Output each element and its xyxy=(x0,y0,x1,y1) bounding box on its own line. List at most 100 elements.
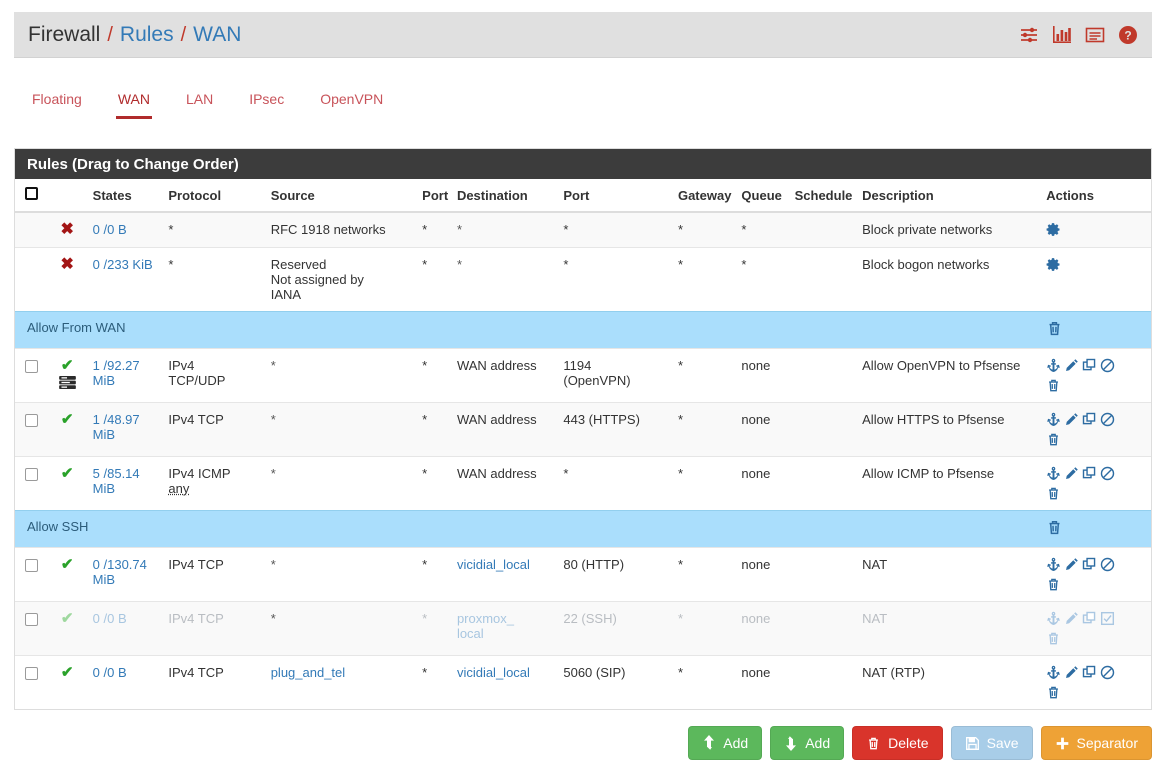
log-list-icon[interactable] xyxy=(1085,25,1105,45)
arrow-up-icon xyxy=(702,735,716,751)
trash-icon[interactable] xyxy=(1046,631,1147,646)
select-all-checkbox[interactable] xyxy=(25,187,38,200)
separator-row[interactable]: Allow SSH xyxy=(15,510,1151,548)
queue-cell: none xyxy=(737,655,791,709)
trash-icon[interactable] xyxy=(1046,320,1063,337)
table-row[interactable]: ✖ 0 /0 B * RFC 1918 networks * * * * * Block priv… xyxy=(15,211,1151,248)
destination-alias-link[interactable]: vicidial_local xyxy=(457,665,530,680)
states-link[interactable]: 1 /48.97 MiB xyxy=(93,412,140,442)
trash-icon[interactable] xyxy=(1046,486,1147,501)
tab-openvpn[interactable]: OpenVPN xyxy=(302,82,401,119)
source-value: * xyxy=(270,611,276,626)
tab-lan[interactable]: LAN xyxy=(168,82,231,119)
states-link[interactable]: 0 /233 KiB xyxy=(93,257,153,272)
states-link[interactable]: 1 /92.27 MiB xyxy=(93,358,140,388)
copy-icon[interactable] xyxy=(1082,412,1100,427)
copy-icon[interactable] xyxy=(1082,466,1100,481)
source-port-cell: * xyxy=(418,601,453,656)
action-icon-group xyxy=(1046,222,1147,237)
ban-icon[interactable] xyxy=(1100,466,1118,481)
pencil-icon[interactable] xyxy=(1064,466,1082,481)
gear-icon[interactable] xyxy=(1046,222,1064,237)
copy-icon[interactable] xyxy=(1082,358,1100,373)
pencil-icon[interactable] xyxy=(1064,611,1082,626)
trash-icon[interactable] xyxy=(1046,519,1063,536)
row-checkbox[interactable] xyxy=(25,559,38,572)
pencil-icon[interactable] xyxy=(1064,358,1082,373)
anchor-icon[interactable] xyxy=(1046,412,1064,427)
destination-alias-link[interactable]: proxmox_ local xyxy=(457,611,514,641)
tab-wan[interactable]: WAN xyxy=(100,82,168,119)
copy-icon[interactable] xyxy=(1082,665,1100,680)
trash-icon[interactable] xyxy=(1046,577,1147,592)
source-value: * xyxy=(270,358,276,373)
states-link[interactable]: 0 /0 B xyxy=(93,222,127,237)
table-row[interactable]: ✔ 5 /85.14 MiB IPv4 ICMP any * * WAN address * *… xyxy=(15,456,1151,511)
row-checkbox[interactable] xyxy=(25,667,38,680)
states-cell: 0 /0 B xyxy=(88,211,165,248)
save-button[interactable]: Save xyxy=(950,726,1033,760)
icmp-type-any[interactable]: any xyxy=(168,481,189,496)
table-row[interactable]: ✖ 0 /233 KiB * Reserved Not assigned by IANA *… xyxy=(15,247,1151,312)
copy-icon[interactable] xyxy=(1082,557,1100,572)
table-row[interactable]: ✔ 1 /48.97 MiB IPv4 TCP * * WAN address 443 (H… xyxy=(15,402,1151,457)
pencil-icon[interactable] xyxy=(1064,557,1082,572)
anchor-icon[interactable] xyxy=(1046,665,1064,680)
enable-check-icon[interactable] xyxy=(1100,611,1118,626)
breadcrumb-item-wan[interactable]: WAN xyxy=(193,23,241,47)
dest-port-cell: 5060 (SIP) xyxy=(559,655,674,709)
destination-cell: vicidial_local xyxy=(452,547,560,602)
ban-icon[interactable] xyxy=(1100,665,1118,680)
protocol-cell: IPv4 TCP xyxy=(164,547,267,602)
tab-floating[interactable]: Floating xyxy=(14,82,100,119)
table-row[interactable]: ✔ 1 /92.27 MiB IPv4 TCP/UDP * * WAN address 119… xyxy=(15,348,1151,403)
gear-icon[interactable] xyxy=(1046,257,1064,272)
anchor-icon[interactable] xyxy=(1046,358,1064,373)
anchor-icon[interactable] xyxy=(1046,466,1064,481)
pencil-icon[interactable] xyxy=(1064,665,1082,680)
row-checkbox[interactable] xyxy=(25,414,38,427)
breadcrumb-item-rules[interactable]: Rules xyxy=(120,23,174,47)
ban-icon[interactable] xyxy=(1100,358,1118,373)
tab-ipsec[interactable]: IPsec xyxy=(231,82,302,119)
gateway-cell: * xyxy=(673,601,738,656)
row-checkbox[interactable] xyxy=(25,613,38,626)
separator-row[interactable]: Allow From WAN xyxy=(15,311,1151,349)
delete-button[interactable]: Delete xyxy=(852,726,943,760)
ban-icon[interactable] xyxy=(1100,557,1118,572)
add-up-button[interactable]: Add xyxy=(688,726,763,760)
states-link[interactable]: 0 /0 B xyxy=(93,665,127,680)
table-row[interactable]: ✔ 0 /0 B IPv4 TCP plug_and_tel * vicidial_loc… xyxy=(15,655,1151,709)
source-alias-link[interactable]: plug_and_tel xyxy=(271,665,345,680)
states-link[interactable]: 0 /0 B xyxy=(93,611,127,626)
ban-icon[interactable] xyxy=(1100,412,1118,427)
schedule-cell xyxy=(790,601,859,656)
anchor-icon[interactable] xyxy=(1046,557,1064,572)
copy-icon[interactable] xyxy=(1082,611,1100,626)
table-row[interactable]: ✔ 0 /0 B IPv4 TCP * * proxmox_ local 22 (SSH) * n… xyxy=(15,601,1151,656)
destination-alias-link[interactable]: vicidial_local xyxy=(457,557,530,572)
action-icon-group xyxy=(1046,466,1147,501)
states-link[interactable]: 5 /85.14 MiB xyxy=(93,466,140,496)
trash-icon[interactable] xyxy=(1046,432,1147,447)
trash-icon[interactable] xyxy=(1046,378,1147,393)
source-value: RFC 1918 networks xyxy=(270,222,386,237)
pencil-icon[interactable] xyxy=(1064,412,1082,427)
anchor-icon[interactable] xyxy=(1046,611,1064,626)
breadcrumb: Firewall / Rules / WAN xyxy=(28,23,241,47)
block-icon: ✖ xyxy=(60,256,74,273)
footer-button-bar: Add Add Delete Save Separator xyxy=(14,726,1152,760)
table-row[interactable]: ✔ 0 /130.74 MiB IPv4 TCP * * vicidial_local 80… xyxy=(15,547,1151,602)
description-cell: Allow OpenVPN to Pfsense xyxy=(858,348,1039,403)
source-port-cell: * xyxy=(418,247,453,312)
states-link[interactable]: 0 /130.74 MiB xyxy=(93,557,147,587)
row-checkbox[interactable] xyxy=(25,468,38,481)
add-down-button[interactable]: Add xyxy=(770,726,845,760)
bar-chart-icon[interactable] xyxy=(1052,25,1072,45)
row-checkbox[interactable] xyxy=(25,360,38,373)
separator-button[interactable]: Separator xyxy=(1040,726,1152,760)
help-icon[interactable]: ? xyxy=(1118,25,1138,45)
schedule-cell xyxy=(790,655,859,709)
sliders-icon[interactable] xyxy=(1019,25,1039,45)
trash-icon[interactable] xyxy=(1046,685,1147,700)
